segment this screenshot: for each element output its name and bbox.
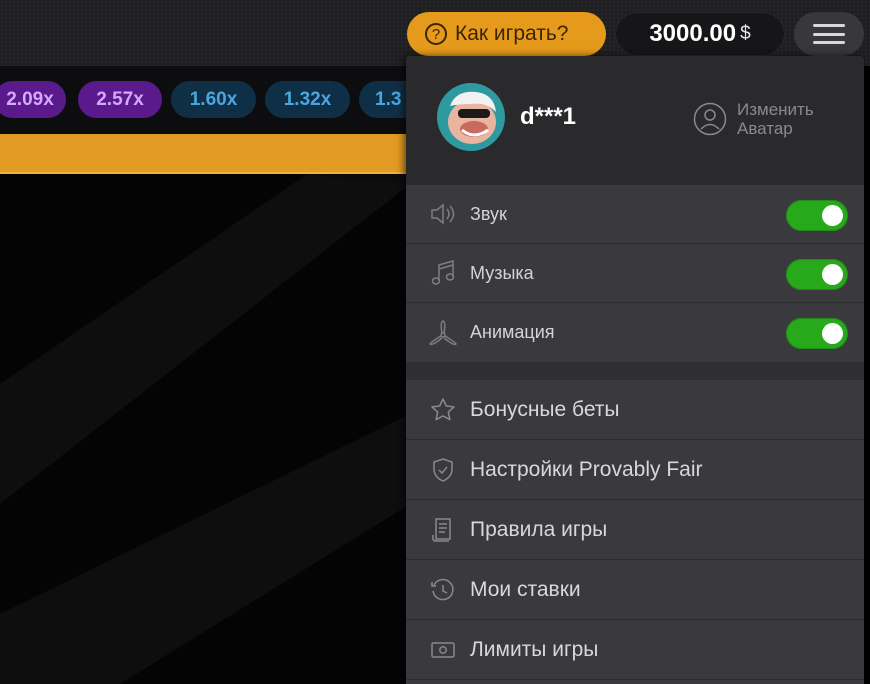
setting-row-music: Музыка: [406, 244, 864, 303]
game-header-bar: [0, 134, 410, 174]
multiplier-badge: 2.57x: [78, 81, 162, 118]
menu-item-provably-fair[interactable]: Настройки Provably Fair: [406, 440, 864, 500]
change-avatar-label: Изменить Аватар: [737, 100, 814, 138]
history-icon: [428, 575, 458, 605]
toggle-settings: Звук Музыка Анимация: [406, 185, 864, 362]
menu-item-label: Лимиты игры: [470, 637, 599, 661]
user-icon: [693, 102, 727, 136]
menu-items: Бонусные беты Настройки Provably Fair Пр…: [406, 380, 864, 684]
menu-item-label: Правила игры: [470, 517, 608, 541]
multiplier-history: 2.09x 2.57x 1.60x 1.32x 1.3: [0, 66, 410, 134]
document-icon: [428, 515, 458, 545]
setting-label: Звук: [470, 203, 507, 224]
menu-button[interactable]: [794, 12, 864, 56]
hamburger-icon: [813, 24, 845, 44]
avatar[interactable]: [436, 82, 506, 152]
setting-label: Анимация: [470, 322, 555, 342]
change-avatar-button[interactable]: Изменить Аватар: [693, 100, 837, 138]
currency-symbol: $: [740, 23, 751, 44]
profile-section: d***1 Изменить Аватар: [406, 56, 864, 184]
music-note-icon: [428, 258, 458, 288]
username: d***1: [520, 103, 577, 130]
question-icon: ?: [425, 23, 447, 45]
how-to-play-label: Как играть?: [455, 22, 569, 45]
how-to-play-button[interactable]: ? Как играть?: [407, 12, 606, 56]
balance-display: 3000.00 $: [615, 12, 785, 56]
pilot-avatar-icon: [437, 83, 505, 151]
multiplier-badge: 2.09x: [0, 81, 66, 118]
star-icon: [428, 395, 458, 425]
menu-item-label: Мои ставки: [470, 577, 581, 601]
speaker-icon: [428, 199, 458, 229]
shield-check-icon: [428, 455, 458, 485]
setting-row-sound: Звук: [406, 185, 864, 244]
menu-divider: [406, 362, 864, 380]
game-canvas: [0, 174, 410, 684]
background-rays: [0, 174, 410, 684]
setting-row-animation: Анимация: [406, 303, 864, 362]
setting-label: Музыка: [470, 262, 534, 283]
propeller-icon: [428, 318, 458, 348]
sound-toggle[interactable]: [786, 200, 848, 231]
animation-toggle[interactable]: [786, 318, 848, 349]
multiplier-badge: 1.3: [359, 81, 410, 118]
settings-menu: d***1 Изменить Аватар Звук Музыка Анимац…: [406, 56, 864, 684]
menu-item-label: Настройки Provably Fair: [470, 457, 703, 481]
multiplier-badge: 1.32x: [265, 81, 350, 118]
menu-item-rules[interactable]: Правила игры: [406, 500, 864, 560]
balance-value: 3000.00: [649, 20, 737, 47]
music-toggle[interactable]: [786, 259, 848, 290]
menu-item-limits[interactable]: Лимиты игры: [406, 620, 864, 680]
menu-item-bonus-bets[interactable]: Бонусные беты: [406, 380, 864, 440]
menu-item-my-bets[interactable]: Мои ставки: [406, 560, 864, 620]
banknote-icon: [428, 635, 458, 665]
multiplier-badge: 1.60x: [171, 81, 256, 118]
menu-item-label: Бонусные беты: [470, 397, 620, 421]
